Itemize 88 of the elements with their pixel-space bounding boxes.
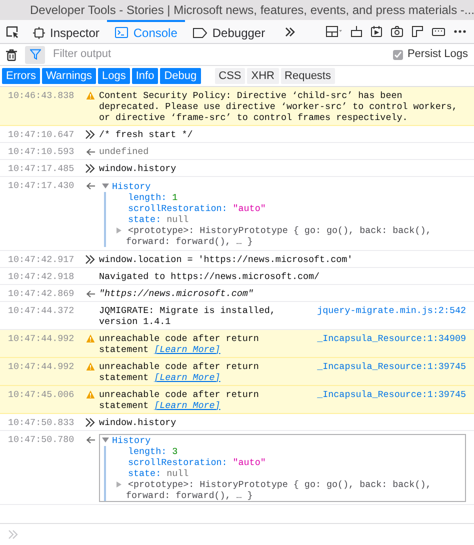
log-message: unreachable code after return statement [Learn More] [99, 332, 260, 354]
layout-icon[interactable] [326, 26, 342, 37]
prototype-entry[interactable]: <prototype>: HistoryPrototype { go: go(), back: back(), forward: forward(), … } [114, 224, 461, 246]
filter-icon-button[interactable] [25, 46, 45, 64]
log-message: window.location = 'https://news.microsoft.com' [99, 254, 354, 264]
left-arrow-icon [86, 148, 94, 156]
object-property: scrollRestoration: "auto" [127, 456, 267, 468]
log-message: unreachable code after return statement [Learn More] [99, 360, 260, 382]
object-name[interactable]: History [110, 180, 151, 192]
warning-icon [86, 334, 94, 343]
camera-icon[interactable] [391, 26, 403, 37]
disclosure-triangle-icon[interactable] [102, 437, 108, 443]
timestamp: 10:47:17.485 [8, 162, 76, 174]
log-message: unreachable code after return statement [Learn More] [99, 388, 260, 410]
dock-icon[interactable] [351, 26, 362, 37]
chevron-double-right-icon [85, 418, 95, 427]
chevron-double-right-icon [85, 130, 95, 139]
chevron-double-right-icon[interactable] [285, 26, 296, 36]
devtools-tab[interactable]: Inspector [25, 20, 108, 43]
filter-button[interactable]: Warnings [42, 68, 96, 84]
chevron-double-right-icon [85, 164, 95, 173]
log-message: window.history [99, 162, 178, 174]
ruler-icon[interactable] [412, 26, 423, 37]
log-message: Navigated to https://news.microsoft.com/ [99, 270, 321, 282]
filter-field[interactable]: Filter output [53, 46, 394, 63]
filter-button[interactable]: Requests [280, 68, 335, 84]
timestamp: 10:47:44.372 [8, 304, 76, 318]
frame-icon[interactable] [371, 26, 382, 37]
prototype-entry[interactable]: <prototype>: HistoryPrototype { go: go(), back: back(), forward: forward(), … } [114, 478, 461, 500]
learn-more-link[interactable]: [Learn More] [154, 372, 220, 382]
timestamp: 10:47:44.992 [8, 360, 76, 374]
filter-button[interactable]: Errors [2, 68, 40, 84]
warning-icon [86, 91, 94, 100]
timestamp: 10:46:43.838 [8, 90, 76, 102]
left-arrow-icon [86, 290, 94, 298]
source-link[interactable]: _Incapsula_Resource:1:39745 [317, 388, 466, 410]
tag-icon [193, 28, 208, 38]
filter-button[interactable]: XHR [247, 68, 279, 84]
object-property: state: null [127, 468, 190, 478]
learn-more-link[interactable]: [Learn More] [154, 400, 220, 410]
inspector-icon [33, 26, 45, 38]
left-arrow-icon [86, 436, 94, 444]
chevron-double-right-icon [85, 255, 95, 264]
filter-button[interactable]: CSS [214, 68, 246, 84]
object-property: length: 1 [127, 192, 179, 202]
timestamp: 10:47:42.918 [8, 270, 76, 282]
source-link[interactable]: _Incapsula_Resource:1:39745 [317, 360, 466, 382]
source-link[interactable]: _Incapsula_Resource:1:34909 [317, 332, 466, 354]
log-message: "https://news.microsoft.com" [99, 288, 254, 298]
timestamp: 10:47:50.833 [8, 416, 76, 428]
warning-icon [86, 390, 94, 399]
timestamp: 10:47:42.869 [8, 288, 76, 298]
object-property: scrollRestoration: "auto" [127, 202, 267, 214]
more-icon[interactable] [454, 30, 466, 33]
log-message: undefined [99, 146, 150, 156]
timestamp: 10:47:45.006 [8, 388, 76, 402]
timestamp: 10:47:10.593 [8, 146, 76, 156]
window-title: Developer Tools - Stories | Microsoft news, features, events, and press materials -... [30, 2, 474, 19]
measure-icon[interactable] [432, 28, 445, 36]
log-message: /* fresh start */ [99, 128, 194, 140]
log-message: Content Security Policy: Directive ‘child-src’ has been deprecated. Please use directive ‘worker-src’ to control workers, or directive ‘frame-src’ to control frames respectively. [99, 90, 458, 122]
object-property: length: 3 [127, 446, 179, 456]
left-arrow-icon [86, 182, 94, 190]
filter-button[interactable]: Logs [98, 68, 130, 84]
object-property: state: null [127, 214, 190, 224]
warning-icon [86, 362, 94, 371]
persist-logs-label[interactable]: Persist Logs [407, 46, 468, 63]
timestamp: 10:47:17.430 [8, 180, 76, 192]
filter-icon [30, 49, 40, 60]
log-message: window.history [99, 416, 178, 428]
timestamp: 10:47:50.780 [8, 434, 76, 446]
filter-button[interactable]: Debug [160, 68, 201, 84]
timestamp: 10:47:44.992 [8, 332, 76, 346]
timestamp: 10:47:42.917 [8, 254, 76, 264]
timestamp: 10:47:10.647 [8, 128, 76, 140]
disclosure-triangle-icon[interactable] [102, 183, 108, 189]
object-name[interactable]: History [110, 434, 151, 446]
filter-button[interactable]: Info [132, 68, 158, 84]
element-picker-icon[interactable] [6, 26, 19, 38]
source-link[interactable]: jquery-migrate.min.js:2:542 [317, 304, 466, 326]
learn-more-link[interactable]: [Learn More] [154, 344, 220, 354]
log-message: JQMIGRATE: Migrate is installed, version 1.4.1 [99, 304, 276, 326]
devtools-tab[interactable]: Console [107, 20, 186, 43]
prompt-chevron-icon [8, 530, 18, 539]
console-icon [115, 27, 128, 38]
devtools-tab[interactable]: Debugger [185, 20, 274, 43]
persist-logs-checkbox[interactable] [393, 50, 404, 60]
trash-icon[interactable] [6, 48, 17, 60]
